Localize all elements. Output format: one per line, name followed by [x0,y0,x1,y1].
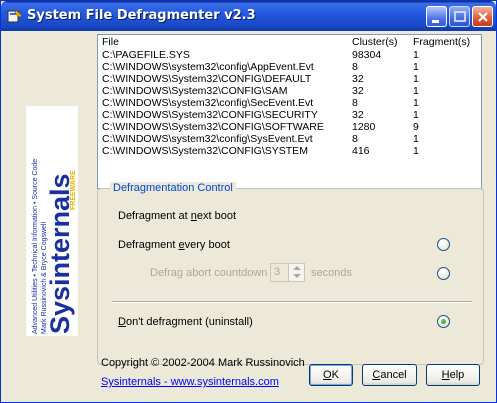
option-dont-defragment-label[interactable]: Don't defragment (uninstall) [118,316,253,328]
spin-up-icon [293,266,301,270]
clusters-cell: 32 [352,85,364,97]
option-next-boot-radio[interactable] [437,238,450,251]
option-next-boot-text-a: Defragment at [118,210,191,222]
countdown-value: 3 [274,266,281,278]
fragments-cell: 1 [413,133,419,145]
file-list-row[interactable]: C:\WINDOWS\system32\config\SysEvent.Evt 8… [98,133,481,145]
file-list-row[interactable]: C:\WINDOWS\system32\config\AppEvent.Evt 8… [98,61,481,73]
window-title: System File Defragmenter v2.3 [27,8,256,23]
fragments-cell: 9 [413,121,419,133]
file-list-row[interactable]: C:\WINDOWS\System32\CONFIG\SOFTWARE 1280 9 [98,121,481,133]
group-legend: Defragmentation Control [110,182,236,194]
clusters-cell: 8 [352,133,358,145]
title-bar[interactable]: System File Defragmenter v2.3 [1,1,496,31]
fragments-cell: 1 [413,97,419,109]
app-window: System File Defragmenter v2.3 Advanced U… [0,0,497,403]
clusters-cell: 8 [352,61,358,73]
file-cell: C:\PAGEFILE.SYS [102,49,190,61]
file-cell: C:\WINDOWS\System32\CONFIG\SYSTEM [102,145,308,157]
file-list-rows: C:\PAGEFILE.SYS 98304 1 C:\WINDOWS\system32… [98,49,481,157]
clusters-cell: 1280 [352,121,376,133]
seconds-label: seconds [311,267,352,279]
clusters-cell: 32 [352,109,364,121]
maximize-button[interactable] [449,6,470,27]
countdown-label: Defrag abort countdown [150,267,268,279]
file-cell: C:\WINDOWS\System32\CONFIG\SAM [102,85,288,97]
fragments-cell: 1 [413,73,419,85]
option-every-boot-text-b: very boot [184,239,230,251]
maximize-icon [454,11,466,22]
option-dont-defragment-radio[interactable] [437,315,450,328]
cancel-button-text: ancel [380,369,407,381]
option-every-boot-label[interactable]: Defragment every boot [118,239,230,251]
ok-button[interactable]: OK [309,364,353,386]
option-dont-defragment-accel: D [118,316,126,328]
file-list[interactable]: File Cluster(s) Fragment(s) C:\PAGEFILE.… [97,34,482,189]
cancel-button[interactable]: Cancel [362,364,417,386]
file-cell: C:\WINDOWS\system32\config\SecEvent.Evt [102,97,314,109]
file-list-header: File Cluster(s) Fragment(s) [98,36,481,49]
dialog-client: Advanced Utilities • Technical Informati… [4,31,494,401]
column-header-clusters[interactable]: Cluster(s) [352,36,398,49]
ok-button-accel: O [323,369,332,381]
close-button[interactable] [472,6,493,27]
clusters-cell: 98304 [352,49,382,61]
fragments-cell: 1 [413,85,419,97]
sysinternals-logo: Advanced Utilities • Technical Informati… [26,106,78,336]
file-cell: C:\WINDOWS\System32\CONFIG\DEFAULT [102,73,312,85]
defragmentation-control-group: Defragmentation Control Defragment at ne… [97,182,484,365]
logo-freeware: FREEWARE [70,170,77,210]
fragments-cell: 1 [413,145,419,157]
option-every-boot-text-a: Defragment [118,239,179,251]
file-cell: C:\WINDOWS\System32\CONFIG\SOFTWARE [102,121,324,133]
fragments-cell: 1 [413,61,419,73]
help-button[interactable]: Help [426,364,480,386]
file-list-row[interactable]: C:\WINDOWS\System32\CONFIG\SYSTEM 416 1 [98,145,481,157]
file-list-row[interactable]: C:\WINDOWS\System32\CONFIG\SECURITY 32 1 [98,109,481,121]
file-list-row[interactable]: C:\WINDOWS\System32\CONFIG\DEFAULT 32 1 [98,73,481,85]
file-list-row[interactable]: C:\WINDOWS\system32\config\SecEvent.Evt 8… [98,97,481,109]
countdown-spin-buttons [288,264,304,281]
clusters-cell: 32 [352,73,364,85]
countdown-spinner: 3 [270,263,305,282]
minimize-icon [432,20,439,23]
ok-button-text: K [331,369,339,381]
fragments-cell: 1 [413,49,419,61]
close-icon [478,12,488,22]
column-header-fragments[interactable]: Fragment(s) [413,36,470,49]
logo-tagline: Advanced Utilities • Technical Informati… [32,159,39,334]
option-dont-defragment-text-b: on't defragment (uninstall) [125,316,253,328]
fragments-cell: 1 [413,109,419,121]
radio-selected-dot [441,319,446,324]
option-next-boot-text-b: ext boot [196,210,237,222]
file-cell: C:\WINDOWS\system32\config\AppEvent.Evt [102,61,314,73]
copyright-text: Copyright © 2002-2004 Mark Russinovich [101,357,305,369]
help-button-text: elp [449,369,465,381]
file-cell: C:\WINDOWS\system32\config\SysEvent.Evt [102,133,313,145]
column-header-file[interactable]: File [102,36,119,49]
defrag-app-icon[interactable] [7,8,23,24]
file-cell: C:\WINDOWS\System32\CONFIG\SECURITY [102,109,318,121]
group-divider [112,301,472,303]
file-list-row[interactable]: C:\WINDOWS\System32\CONFIG\SAM 32 1 [98,85,481,97]
clusters-cell: 416 [352,145,370,157]
help-button-accel: H [441,369,450,381]
sysinternals-link[interactable]: Sysinternals - www.sysinternals.com [101,376,279,388]
option-next-boot-label[interactable]: Defragment at next boot [118,210,236,222]
clusters-cell: 8 [352,97,358,109]
option-every-boot-radio[interactable] [437,267,450,280]
spin-down-icon [293,274,301,278]
file-list-row[interactable]: C:\PAGEFILE.SYS 98304 1 [98,49,481,61]
minimize-button[interactable] [426,6,447,27]
